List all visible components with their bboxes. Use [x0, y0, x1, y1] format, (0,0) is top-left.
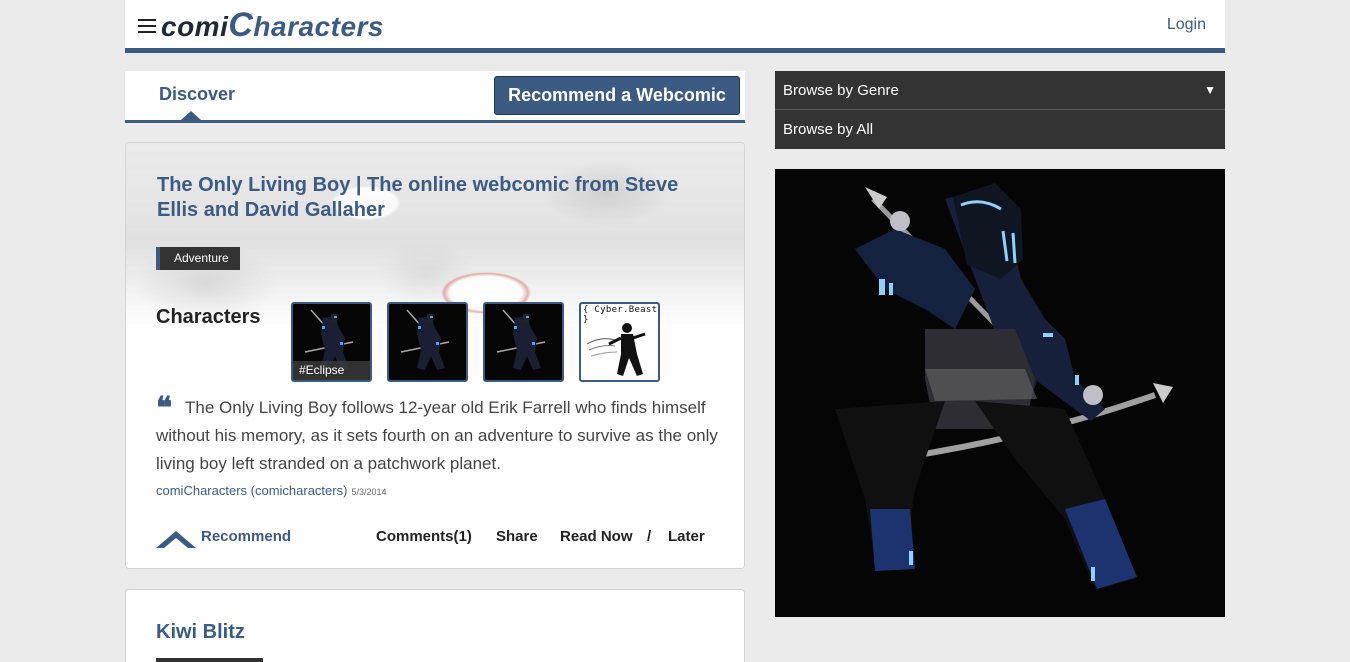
ninja-figure-icon [400, 309, 450, 370]
browse-by-genre-dropdown[interactable]: Browse by Genre ▼ [775, 71, 1225, 110]
characters-heading: Characters [156, 306, 261, 328]
webcomic-title[interactable]: The Only Living Boy | The online webcomi… [157, 173, 697, 223]
share-link[interactable]: Share [496, 528, 538, 545]
logo-text-haracters: haracters [253, 11, 385, 42]
genre-tag-partial [156, 658, 263, 662]
action-separator: / [647, 528, 652, 545]
webcomic-card: Kiwi Blitz [125, 589, 745, 662]
site-logo[interactable]: comiCharacters [161, 6, 384, 45]
byline: comiCharacters (comicharacters) 5/3/2014 [156, 483, 386, 498]
comments-link[interactable]: Comments(1) [376, 528, 472, 545]
top-header: comiCharacters Login [125, 0, 1225, 53]
tab-discover[interactable]: Discover [159, 84, 235, 105]
author-link[interactable]: comiCharacters (comicharacters) [156, 483, 347, 498]
read-later-link[interactable]: Later [668, 528, 705, 545]
read-now-link[interactable]: Read Now [560, 528, 633, 545]
ninja-figure-icon [496, 309, 546, 370]
featured-character-image[interactable] [775, 169, 1225, 617]
ninja-character-illustration [835, 183, 1173, 589]
active-tab-caret-icon [181, 111, 201, 120]
webcomic-title[interactable]: Kiwi Blitz [156, 621, 245, 644]
recommend-webcomic-button[interactable]: Recommend a Webcomic [494, 76, 740, 115]
menu-icon[interactable] [138, 19, 156, 33]
card-banner-image [126, 143, 744, 328]
webcomic-card: The Only Living Boy | The online webcomi… [125, 142, 745, 569]
post-date: 5/3/2014 [351, 487, 387, 497]
character-thumbnail[interactable] [483, 302, 564, 382]
browse-all-label: Browse by All [783, 121, 874, 138]
logo-text-comi: comi [161, 11, 229, 42]
character-thumbnail[interactable]: { Cyber.Beast } [579, 302, 660, 382]
browse-by-all-link[interactable]: Browse by All [775, 110, 1225, 149]
discover-bar: Discover Recommend a Webcomic [125, 71, 745, 123]
recommend-link[interactable]: Recommend [201, 528, 291, 545]
logo-text-c: C [228, 6, 254, 44]
character-thumbnail[interactable] [387, 302, 468, 382]
webcomic-description: The Only Living Boy follows 12-year old … [156, 398, 718, 473]
character-caption: #Eclipse [293, 361, 370, 380]
dropdown-arrow-icon: ▼ [1204, 83, 1216, 97]
login-link[interactable]: Login [1167, 16, 1206, 34]
recommend-chevron-icon[interactable] [156, 528, 196, 548]
sketch-figure-icon [586, 323, 646, 376]
genre-tag[interactable]: Adventure [156, 247, 240, 270]
browse-genre-label: Browse by Genre [783, 82, 899, 99]
character-thumbnail[interactable]: #Eclipse [291, 302, 372, 382]
